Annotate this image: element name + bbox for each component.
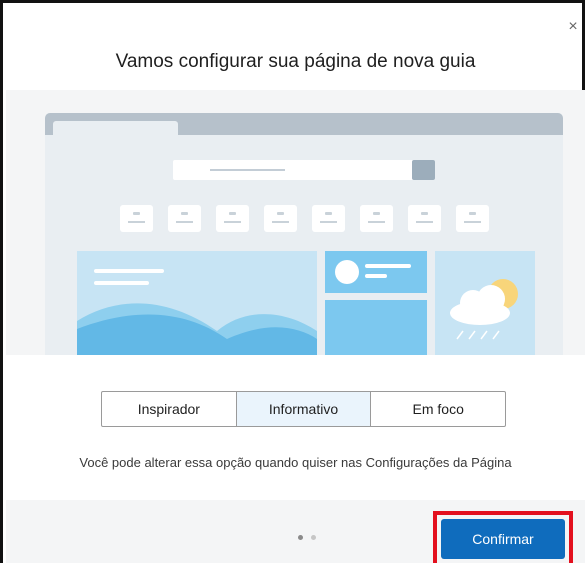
weather-icon (450, 279, 518, 340)
pagination-dots (298, 535, 316, 540)
preview-quicklink-tile (168, 205, 201, 232)
preview-quicklink-tile (360, 205, 393, 232)
layout-option-informativo[interactable]: Informativo (236, 392, 372, 426)
layout-option-inspirador[interactable]: Inspirador (102, 392, 237, 426)
landscape-icon (77, 303, 317, 355)
preview-search-button (412, 160, 435, 180)
preview-browser-tab (53, 121, 178, 137)
preview-quicklink-tile (456, 205, 489, 232)
layout-option-em-foco[interactable]: Em foco (371, 392, 505, 426)
hint-text: Você pode alterar essa opção quando quis… (79, 455, 512, 470)
confirm-button[interactable]: Confirmar (441, 519, 565, 559)
page-dot-active[interactable] (298, 535, 303, 540)
preview-search-placeholder-line (210, 169, 285, 171)
options-area (6, 355, 585, 500)
layout-selector: Inspirador Informativo Em foco (101, 391, 506, 427)
page-dot[interactable] (311, 535, 316, 540)
preview-news-card (325, 251, 427, 293)
preview-quicklink-tile (120, 205, 153, 232)
preview-quicklink-tile (264, 205, 297, 232)
preview-content-card (325, 300, 427, 355)
preview-quicklink-tile (408, 205, 441, 232)
close-icon[interactable]: × (563, 17, 583, 37)
preview-hero-card (77, 251, 317, 355)
setup-dialog: × Vamos configurar sua página de nova gu… (0, 0, 585, 563)
preview-weather-card (435, 251, 535, 355)
preview-quicklink-tile (216, 205, 249, 232)
layout-preview-illustration (45, 113, 563, 355)
preview-quicklink-tile (312, 205, 345, 232)
dialog-title: Vamos configurar sua página de nova guia (115, 51, 476, 72)
